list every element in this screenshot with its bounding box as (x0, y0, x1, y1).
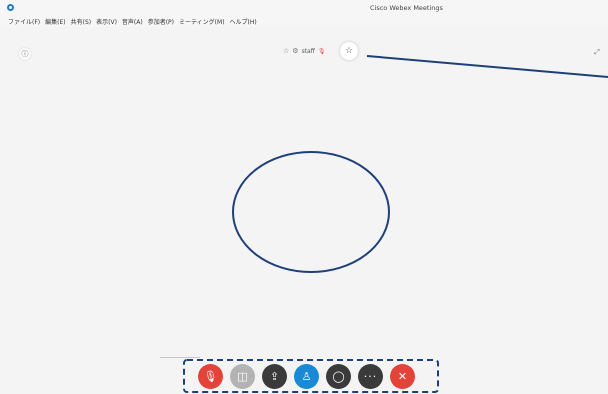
annotation-circle (232, 151, 390, 273)
annotation-toolbar-box (183, 359, 439, 393)
annotation-arrow-line (366, 55, 608, 78)
annotation-overlay (183, 55, 608, 393)
